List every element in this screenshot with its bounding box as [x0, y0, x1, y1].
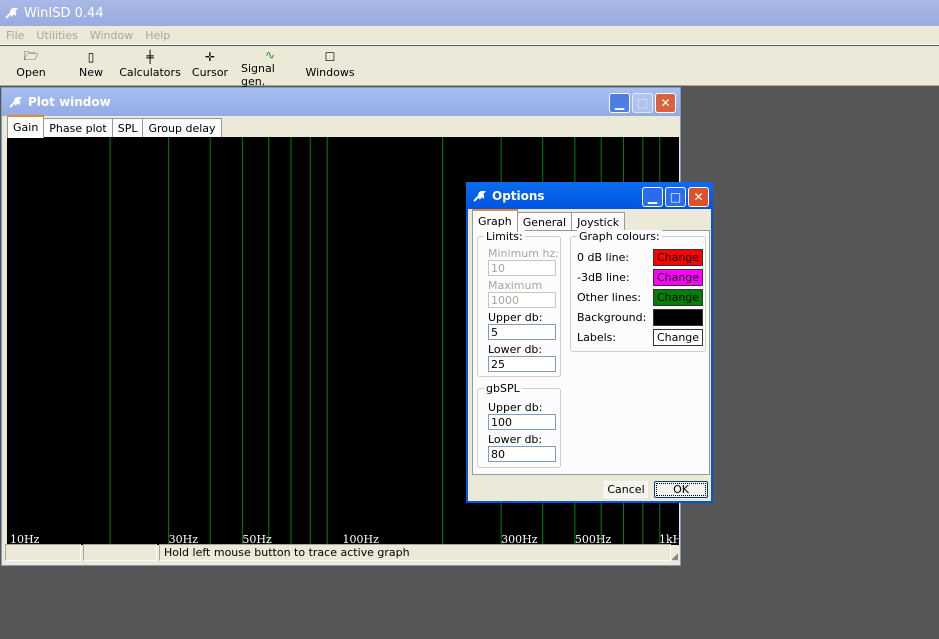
- tab-general[interactable]: General: [516, 212, 573, 232]
- min-hz-label: Minimum hz:: [488, 247, 559, 260]
- spl-group: gbSPL Upper db: 100 Lower db: 80: [477, 382, 561, 468]
- menu-utilities[interactable]: Utilities: [30, 29, 83, 42]
- spl-lower-db-label: Lower db:: [488, 433, 543, 446]
- plot-window-title-bar[interactable]: Plot window ▁ □ ✕: [2, 88, 680, 116]
- options-maximize-button[interactable]: □: [665, 187, 686, 207]
- options-title-bar[interactable]: Options ▁ □ ✕: [466, 182, 713, 209]
- close-icon: ✕: [660, 96, 671, 110]
- menu-bar: File Utilities Window Help: [0, 26, 939, 45]
- toolbar: 🗁 Open ▯ New ╪ Calculators ✛ Cursor ∿ Si…: [0, 46, 939, 88]
- cursor-button[interactable]: ✛ Cursor: [191, 48, 229, 84]
- options-close-button[interactable]: ✕: [688, 187, 709, 207]
- options-minimize-button[interactable]: ▁: [642, 187, 663, 207]
- background-change-button[interactable]: [653, 309, 703, 326]
- menu-help[interactable]: Help: [139, 29, 176, 42]
- minus-3db-line-change-button[interactable]: Change: [653, 269, 703, 286]
- other-lines-label: Other lines:: [577, 291, 642, 304]
- graph-colours-group: Graph colours: 0 dB line: Change -3dB li…: [570, 230, 706, 352]
- minimize-icon: ▁: [647, 190, 658, 204]
- new-label: New: [79, 66, 103, 79]
- tab-gain-label: Gain: [13, 121, 39, 134]
- folder-open-icon: 🗁: [23, 48, 39, 63]
- status-panel-1: [5, 544, 81, 561]
- window-icon: ☐: [324, 50, 336, 64]
- windows-label: Windows: [305, 66, 355, 79]
- signal-wave-icon: ∿: [264, 48, 276, 62]
- tab-gain[interactable]: Gain: [7, 115, 45, 138]
- open-label: Open: [16, 66, 46, 79]
- close-button[interactable]: ✕: [655, 93, 676, 113]
- app-logo-icon: [8, 95, 23, 109]
- new-button[interactable]: ▯ New: [76, 48, 106, 84]
- new-document-icon: ▯: [87, 50, 95, 64]
- ok-button[interactable]: OK: [654, 481, 708, 498]
- cancel-button[interactable]: Cancel: [604, 481, 648, 498]
- plot-tabs: Gain Phase plot SPL Group delay: [7, 115, 222, 138]
- upper-db-field[interactable]: 5: [488, 324, 556, 340]
- crosshair-icon: ✛: [204, 50, 216, 64]
- status-message: Hold left mouse button to trace active g…: [159, 544, 671, 561]
- spl-upper-db-field[interactable]: 100: [488, 414, 556, 430]
- spl-lower-db-field[interactable]: 80: [488, 446, 556, 462]
- tab-joystick-label: Joystick: [577, 216, 620, 229]
- background-label: Background:: [577, 311, 647, 324]
- tab-graph-label: Graph: [478, 215, 512, 228]
- tab-spl-label: SPL: [117, 122, 138, 135]
- tab-group-delay[interactable]: Group delay: [142, 118, 222, 138]
- limits-group: Limits: Minimum hz: 10 Maximum hz: 1000 …: [477, 230, 561, 377]
- lower-db-field[interactable]: 25: [488, 356, 556, 372]
- tab-phase-plot-label: Phase plot: [49, 122, 107, 135]
- upper-db-label: Upper db:: [488, 311, 543, 324]
- status-panel-2: [83, 544, 157, 561]
- calculators-button[interactable]: ╪ Calculators: [119, 48, 181, 84]
- menu-window[interactable]: Window: [84, 29, 139, 42]
- options-title: Options: [492, 188, 545, 203]
- app-logo-icon: [472, 189, 487, 203]
- graph-tab-panel: Limits: Minimum hz: 10 Maximum hz: 1000 …: [472, 230, 710, 475]
- app-title-bar[interactable]: WinISD 0.44: [0, 0, 939, 26]
- spl-upper-db-label: Upper db:: [488, 401, 543, 414]
- graph-colours-legend: Graph colours:: [577, 230, 662, 243]
- cursor-label: Cursor: [191, 66, 229, 79]
- signal-gen-label: Signal gen.: [241, 62, 275, 88]
- status-bar: Hold left mouse button to trace active g…: [5, 544, 678, 562]
- calculators-label: Calculators: [119, 66, 181, 79]
- minus-3db-line-label: -3dB line:: [577, 271, 630, 284]
- tab-graph[interactable]: Graph: [472, 209, 518, 232]
- plot-window-title: Plot window: [28, 95, 111, 109]
- max-hz-field[interactable]: 1000: [488, 292, 556, 308]
- tab-joystick[interactable]: Joystick: [571, 212, 626, 232]
- zero-db-line-change-button[interactable]: Change: [653, 249, 703, 266]
- maximize-button[interactable]: □: [632, 93, 653, 113]
- tab-phase-plot[interactable]: Phase plot: [43, 118, 113, 138]
- calculator-icon: ╪: [146, 50, 154, 64]
- open-button[interactable]: 🗁 Open: [14, 48, 48, 84]
- tab-general-label: General: [522, 216, 567, 229]
- spl-legend: gbSPL: [484, 382, 522, 395]
- tab-group-delay-label: Group delay: [148, 122, 216, 135]
- app-logo-icon: [4, 6, 19, 20]
- labels-change-button[interactable]: Change: [653, 329, 703, 346]
- maximize-icon: □: [669, 190, 682, 204]
- labels-label: Labels:: [577, 331, 617, 344]
- signal-gen-button[interactable]: ∿ Signal gen.: [241, 48, 299, 88]
- windows-button[interactable]: ☐ Windows: [305, 48, 355, 84]
- minimize-button[interactable]: ▁: [609, 93, 630, 113]
- maximize-icon: □: [636, 96, 649, 110]
- tab-spl[interactable]: SPL: [111, 118, 144, 138]
- zero-db-line-label: 0 dB line:: [577, 251, 630, 264]
- options-dialog: Options ▁ □ ✕ Graph General Joystick Lim…: [466, 182, 713, 503]
- close-icon: ✕: [693, 190, 704, 204]
- min-hz-field[interactable]: 10: [488, 260, 556, 276]
- lower-db-label: Lower db:: [488, 343, 543, 356]
- minimize-icon: ▁: [614, 96, 625, 110]
- menu-file[interactable]: File: [0, 29, 30, 42]
- options-tabs: Graph General Joystick: [472, 209, 626, 232]
- resize-grip-icon[interactable]: ◢: [671, 552, 678, 562]
- app-title: WinISD 0.44: [24, 5, 104, 21]
- other-lines-change-button[interactable]: Change: [653, 289, 703, 306]
